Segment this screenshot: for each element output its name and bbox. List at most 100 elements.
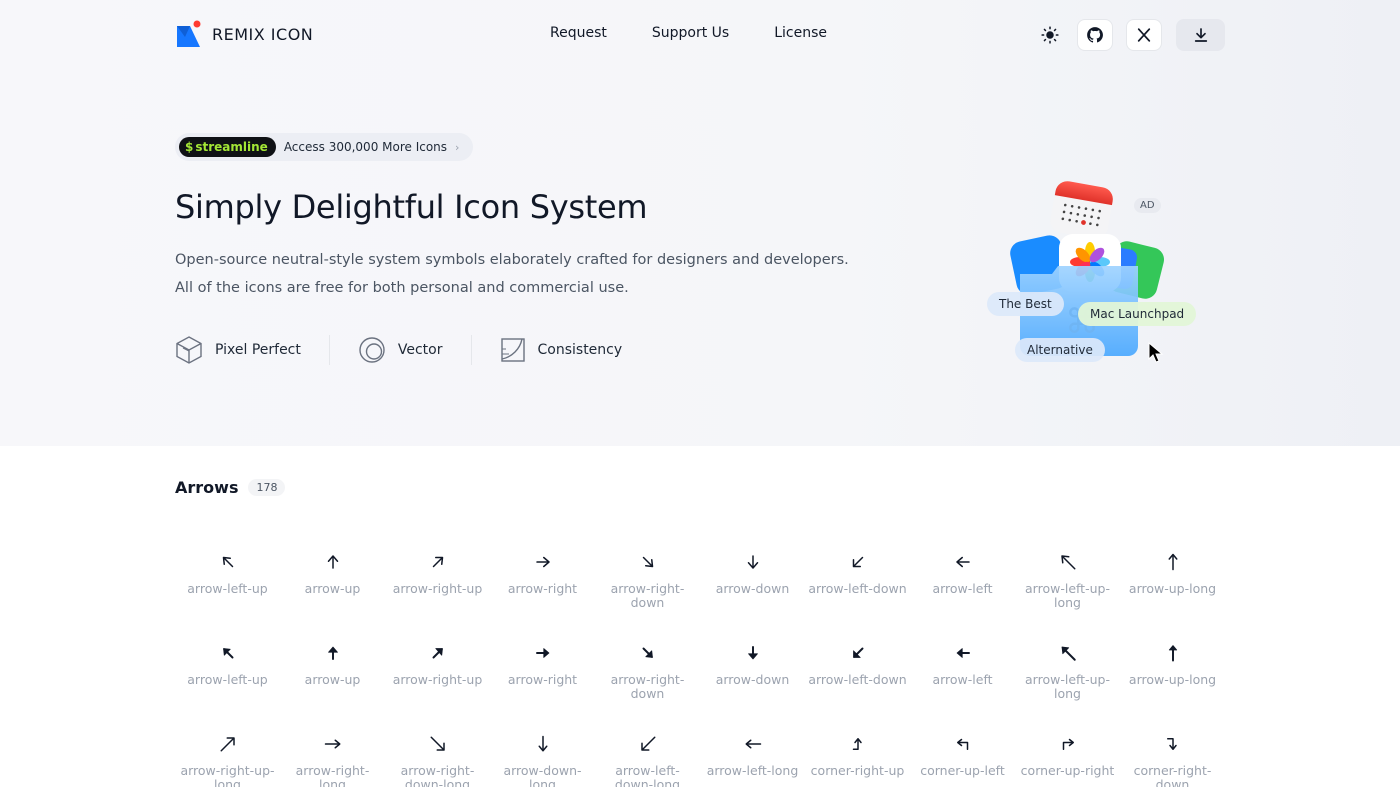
sun-icon [1041,26,1059,44]
icon-cell-arrow-right-up-long-line[interactable]: arrow-right-up-long [175,735,280,787]
icon-cell-arrow-left-long-line[interactable]: arrow-left-long [700,735,805,778]
feature-list: Pixel Perfect Vector Consistency [175,334,622,366]
arrow-right-icon [535,648,549,658]
icon-cell-arrow-right-down-long-line[interactable]: arrow-right-down-long [385,735,490,787]
x-logo-icon [1137,28,1151,42]
icon-label: arrow-up [304,672,361,687]
icon-label: arrow-down [715,581,790,596]
icon-cell-arrow-right-line[interactable]: arrow-right [490,553,595,596]
category-name[interactable]: Arrows [175,478,238,497]
icon-label: arrow-right-down [610,581,685,610]
icon-label: arrow-right-long [295,763,370,787]
hero-description: Open-source neutral-style system symbols… [175,246,849,302]
nav-support-us[interactable]: Support Us [652,25,729,41]
promo-text: Access 300,000 More Icons [283,140,448,154]
nav-request[interactable]: Request [550,25,607,41]
icon-label: arrow-right-up [392,672,483,687]
theme-toggle-button[interactable] [1032,19,1068,51]
icon-cell-corner-right-up-line[interactable]: corner-right-up [805,735,910,778]
icon-cell-arrow-right-down-line[interactable]: arrow-right-down [595,553,700,610]
icon-cell-arrow-left-up-line[interactable]: arrow-left-up [175,553,280,596]
arrow-down-icon [747,555,758,569]
ad-badge: AD [1134,198,1161,213]
divider [328,335,330,365]
icon-label: arrow-up-long [1128,581,1217,596]
arrow-left-up-icon [222,556,233,568]
icon-cell-arrow-right-down-fill[interactable]: arrow-right-down [595,644,700,701]
arrow-up-long-icon [1168,645,1177,662]
download-button[interactable] [1176,19,1225,51]
icon-row: arrow-left-up arrow-up arrow-right-up arrow… [175,644,1225,734]
arrow-right-down-icon [642,647,653,658]
streamline-promo-link[interactable]: $ streamline Access 300,000 More Icons › [175,133,474,161]
icon-cell-arrow-down-line[interactable]: arrow-down [700,553,805,596]
hero-description-line-1: Open-source neutral-style system symbols… [175,252,849,268]
icon-cell-arrow-down-long-line[interactable]: arrow-down-long [490,735,595,787]
icon-label: arrow-left [932,581,993,596]
icon-label: arrow-right [507,581,578,596]
icon-label: corner-right-up [810,763,905,778]
arrow-left-long-icon [745,739,761,749]
icon-cell-arrow-left-down-fill[interactable]: arrow-left-down [805,644,910,687]
icon-label: arrow-right-up [392,581,483,596]
icon-label: arrow-left [932,672,993,687]
icon-cell-arrow-up-line[interactable]: arrow-up [280,553,385,596]
ad-pill-alternative: Alternative [1015,338,1105,362]
grid-curve-icon [500,338,525,362]
arrow-down-long-icon [538,735,547,752]
arrow-right-long-icon [324,739,340,749]
mouse-cursor-icon [1148,342,1164,363]
x-twitter-button[interactable] [1126,19,1162,51]
icon-label: arrow-up-long [1128,672,1217,687]
arrow-left-down-icon [852,556,863,568]
icon-cell-arrow-left-up-long-line[interactable]: arrow-left-up-long [1015,553,1120,610]
feature-vector: Vector [358,334,443,366]
nav-license[interactable]: License [774,25,827,41]
arrow-right-icon [535,556,550,568]
icon-row: arrow-right-up-long arrow-right-long arrow… [175,735,1225,787]
arrow-left-icon [956,648,970,658]
icon-cell-corner-up-right-line[interactable]: corner-up-right [1015,735,1120,778]
icon-label: arrow-right-up-long [180,763,275,787]
arrow-right-up-long-icon [220,737,235,752]
icon-label: arrow-left-down [808,672,907,687]
icon-cell-arrow-left-line[interactable]: arrow-left [910,553,1015,596]
arrow-left-icon [955,556,970,568]
icon-cell-corner-up-left-line[interactable]: corner-up-left [910,735,1015,778]
icon-label: arrow-down [715,672,790,687]
icon-cell-arrow-right-up-line[interactable]: arrow-right-up [385,553,490,596]
icon-cell-arrow-left-down-line[interactable]: arrow-left-down [805,553,910,596]
feature-label: Consistency [537,342,623,358]
icon-cell-arrow-right-up-fill[interactable]: arrow-right-up [385,644,490,687]
icon-cell-arrow-up-long-line[interactable]: arrow-up-long [1120,553,1225,596]
ad-pill-the-best: The Best [987,292,1064,316]
icon-cell-arrow-right-long-line[interactable]: arrow-right-long [280,735,385,787]
hero-description-line-2: All of the icons are free for both perso… [175,280,629,296]
icon-cell-arrow-up-long-fill[interactable]: arrow-up-long [1120,644,1225,687]
icon-label: arrow-down-long [503,763,582,787]
icon-label: arrow-left-down [808,581,907,596]
icon-row: arrow-left-up arrow-up arrow-right-up arrow… [175,553,1225,643]
github-button[interactable] [1077,19,1113,51]
mac-launchpad-ad[interactable]: ⌘ AD The Best Mac Launchpad Alternative [985,178,1200,368]
arrow-down-icon [747,646,758,660]
icon-cell-arrow-down-fill[interactable]: arrow-down [700,644,805,687]
icon-label: arrow-left-up-long [1025,672,1110,701]
arrow-right-down-icon [642,556,653,568]
corner-right-down-icon [1166,738,1177,750]
icon-label: arrow-right-down [610,672,685,701]
github-icon [1087,27,1103,43]
icon-label: arrow-right [507,672,578,687]
streamline-badge: $ streamline [179,137,276,157]
icon-cell-arrow-left-up-long-fill[interactable]: arrow-left-up-long [1015,644,1120,701]
icon-cell-arrow-left-down-long-line[interactable]: arrow-left-down-long [595,735,700,787]
logo[interactable]: REMIX ICON [176,20,313,48]
brand-name: REMIX ICON [212,24,314,44]
remix-logo-icon [176,20,202,48]
icon-cell-arrow-left-up-fill[interactable]: arrow-left-up [175,644,280,687]
arrow-up-icon [327,555,338,569]
icon-cell-arrow-up-fill[interactable]: arrow-up [280,644,385,687]
icon-cell-corner-right-down-line[interactable]: corner-right-down [1120,735,1225,787]
icon-cell-arrow-right-fill[interactable]: arrow-right [490,644,595,687]
icon-cell-arrow-left-fill[interactable]: arrow-left [910,644,1015,687]
